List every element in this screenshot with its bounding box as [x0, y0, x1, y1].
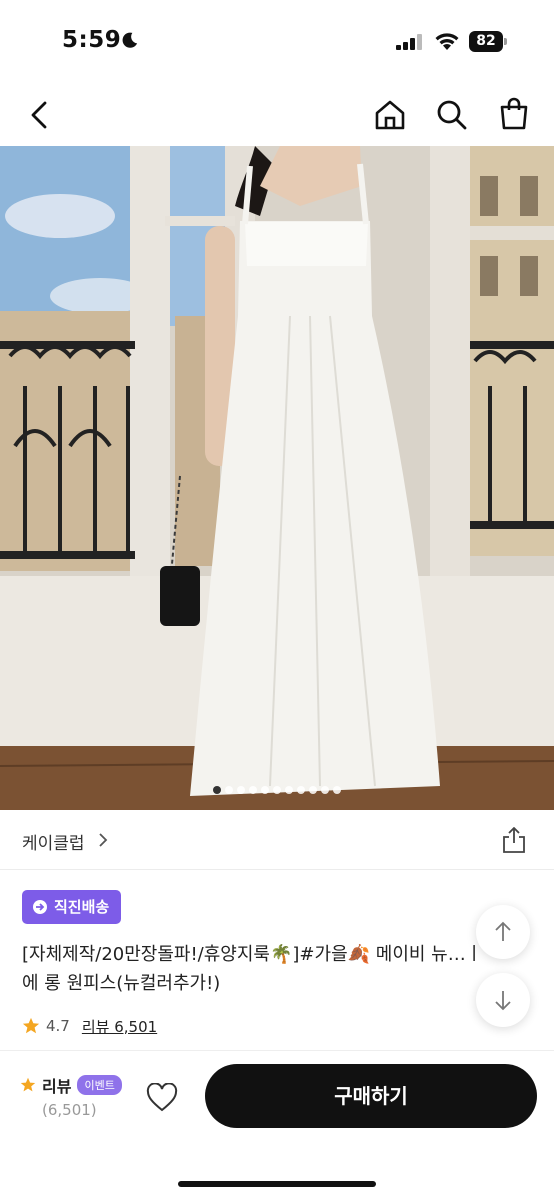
- moon-icon: [122, 32, 138, 48]
- carousel-dot[interactable]: [285, 786, 293, 794]
- carousel-dot[interactable]: [237, 786, 245, 794]
- direct-shipping-badge: 직진배송: [22, 890, 122, 924]
- home-indicator: [178, 1181, 376, 1187]
- rating-row: 4.7 리뷰 6,501: [22, 1014, 157, 1038]
- carousel-dot[interactable]: [309, 786, 317, 794]
- shipping-arrow-icon: [33, 900, 47, 914]
- brand-name[interactable]: 케이클럽: [22, 829, 85, 854]
- shopping-bag-icon[interactable]: [497, 97, 531, 131]
- carousel-dot[interactable]: [213, 786, 221, 794]
- carousel-dot[interactable]: [261, 786, 269, 794]
- share-icon[interactable]: [500, 826, 528, 854]
- arrow-down-icon: [495, 991, 511, 1011]
- bottom-action-bar: 리뷰 이벤트 (6,501) 구매하기: [0, 1050, 554, 1200]
- heart-icon[interactable]: [146, 1083, 178, 1113]
- product-photo: [0, 146, 554, 810]
- brand-row[interactable]: 케이클럽: [0, 810, 554, 870]
- cellular-signal-icon: [396, 34, 422, 50]
- status-bar: 5:59 82: [0, 0, 554, 80]
- review-count-link[interactable]: 리뷰 6,501: [82, 1016, 157, 1037]
- carousel-dot[interactable]: [333, 786, 341, 794]
- review-label: 리뷰: [42, 1077, 72, 1096]
- carousel-indicator: [0, 786, 554, 796]
- event-badge: 이벤트: [77, 1075, 122, 1095]
- battery-indicator: 82: [469, 31, 507, 52]
- product-image-carousel[interactable]: [0, 146, 554, 810]
- review-summary[interactable]: 리뷰 이벤트 (6,501): [20, 1073, 122, 1119]
- wifi-icon: [435, 33, 459, 50]
- arrow-up-icon: [495, 921, 511, 941]
- scroll-up-button[interactable]: [476, 905, 530, 959]
- rating-value: 4.7: [46, 1017, 70, 1035]
- badge-label: 직진배송: [54, 898, 110, 916]
- product-title: [자체제작/20만장돌파!/휴양지룩🌴]#가을🍂 메이비 뉴…ㅣ 에 롱 원피스…: [22, 940, 522, 998]
- carousel-dot[interactable]: [249, 786, 257, 794]
- scroll-down-button[interactable]: [476, 973, 530, 1027]
- top-nav: [0, 90, 554, 140]
- product-title-line2: 에 롱 원피스(뉴컬러추가!): [22, 973, 221, 994]
- star-icon: [22, 1017, 40, 1034]
- carousel-dot[interactable]: [321, 786, 329, 794]
- buy-button[interactable]: 구매하기: [205, 1064, 537, 1128]
- home-icon[interactable]: [373, 98, 407, 132]
- status-time: 5:59: [62, 27, 122, 53]
- chevron-right-icon[interactable]: [96, 832, 110, 848]
- carousel-dot[interactable]: [297, 786, 305, 794]
- product-title-line1: [자체제작/20만장돌파!/휴양지룩🌴]#가을🍂 메이비 뉴…ㅣ: [22, 944, 483, 965]
- star-icon: [20, 1077, 36, 1092]
- back-arrow-icon[interactable]: [24, 98, 58, 132]
- search-icon[interactable]: [435, 98, 469, 132]
- carousel-dot[interactable]: [225, 786, 233, 794]
- carousel-dot[interactable]: [273, 786, 281, 794]
- battery-tip: [504, 38, 507, 45]
- review-count: (6,501): [42, 1101, 97, 1119]
- battery-level: 82: [469, 31, 503, 52]
